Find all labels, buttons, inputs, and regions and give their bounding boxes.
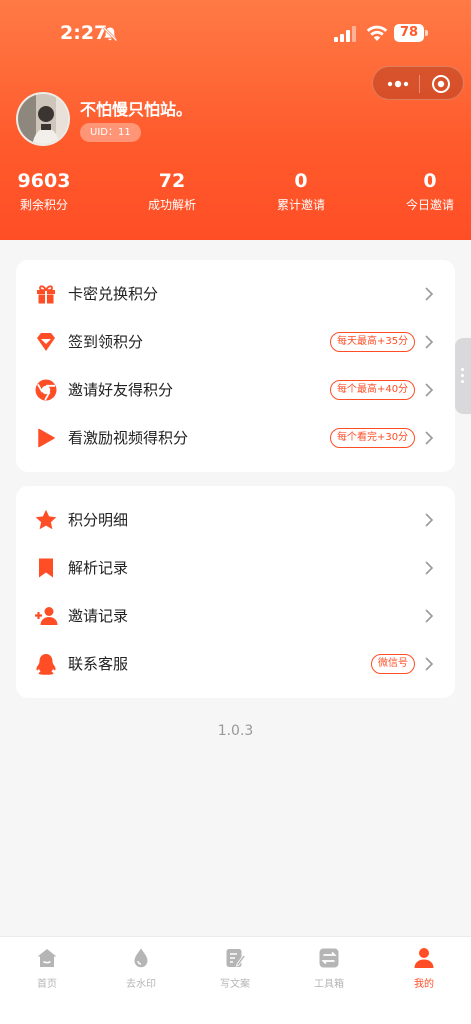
menu-label: 解析记录: [68, 559, 129, 577]
wechat-id-tag: 微信号: [371, 654, 415, 674]
miniprogram-capsule: [372, 66, 464, 100]
stat-label: 今日邀请: [405, 198, 454, 212]
bell-off-icon: [102, 26, 118, 42]
points-menu-card: 卡密兑换积分 签到领积分 每天最高+35分 邀请好友得积分 每个最高+40分 看…: [16, 260, 455, 472]
tab-label: 首页: [37, 979, 57, 990]
stat-value: 72: [158, 170, 186, 192]
menu-label: 看激励视频得积分: [68, 429, 189, 447]
user-icon: [414, 948, 434, 968]
more-dots-icon[interactable]: [387, 79, 409, 89]
close-target-icon[interactable]: [431, 74, 451, 94]
chevron-right-icon: [425, 431, 434, 445]
stat-remaining-points[interactable]: 9603 剩余积分: [16, 170, 72, 213]
menu-item-invite-friends[interactable]: 邀请好友得积分 每个最高+40分: [16, 366, 455, 414]
menu-label: 卡密兑换积分: [68, 285, 159, 303]
chevron-right-icon: [425, 657, 434, 671]
chevron-right-icon: [425, 287, 434, 301]
avatar[interactable]: [16, 92, 70, 146]
play-icon: [38, 428, 55, 448]
wifi-icon: [366, 25, 388, 41]
status-time: 2:27: [60, 22, 108, 44]
tab-home[interactable]: 首页: [15, 943, 79, 993]
app-version: 1.0.3: [217, 723, 254, 739]
menu-item-customer-service[interactable]: 联系客服 微信号: [16, 640, 455, 688]
stat-value: 0: [294, 170, 308, 192]
menu-item-checkin[interactable]: 签到领积分 每天最高+35分: [16, 318, 455, 366]
floating-side-handle[interactable]: [455, 338, 471, 414]
tab-mine[interactable]: 我的: [392, 943, 456, 993]
stat-value: 9603: [17, 170, 71, 192]
tab-label: 我的: [414, 979, 434, 990]
chevron-right-icon: [425, 335, 434, 349]
chevron-right-icon: [425, 609, 434, 623]
share-circle-icon: [35, 379, 57, 401]
avatar-photo: [18, 94, 68, 144]
stat-label: 累计邀请: [276, 198, 325, 212]
edit-doc-icon: [226, 949, 246, 967]
stat-today-invites[interactable]: 0 今日邀请: [400, 170, 460, 213]
stat-success-parses[interactable]: 72 成功解析: [144, 170, 200, 213]
bookmark-icon: [39, 558, 53, 578]
tab-toolbox[interactable]: 工具箱: [297, 943, 361, 993]
reward-tag: 每个看完+30分: [330, 428, 416, 448]
gem-icon: [37, 333, 55, 351]
menu-item-points-detail[interactable]: 积分明细: [16, 496, 455, 544]
menu-label: 联系客服: [68, 655, 129, 673]
stat-label: 成功解析: [147, 198, 196, 212]
capsule-divider: [419, 75, 420, 93]
menu-item-redeem-card[interactable]: 卡密兑换积分: [16, 270, 455, 318]
gift-icon: [37, 285, 55, 304]
chevron-right-icon: [425, 513, 434, 527]
tab-label: 工具箱: [314, 979, 344, 990]
handle-dot: [461, 380, 464, 383]
stat-label: 剩余积分: [19, 198, 68, 212]
stat-total-invites[interactable]: 0 累计邀请: [271, 170, 331, 213]
profile-header: 2:27 78 不怕慢只怕站。 UID：11 9603 剩余积分 72 成功解析…: [0, 0, 471, 240]
menu-label: 邀请好友得积分: [68, 381, 174, 399]
bottom-tab-bar: 首页 去水印 写文案 工具箱 我的: [0, 936, 471, 1024]
menu-item-parse-records[interactable]: 解析记录: [16, 544, 455, 592]
home-icon: [37, 949, 57, 967]
chevron-right-icon: [425, 561, 434, 575]
tab-remove-watermark[interactable]: 去水印: [109, 943, 173, 993]
reward-tag: 每天最高+35分: [330, 332, 416, 352]
penguin-icon: [36, 654, 56, 675]
tab-write-copy[interactable]: 写文案: [203, 943, 267, 993]
menu-label: 积分明细: [68, 511, 129, 529]
stat-value: 0: [423, 170, 437, 192]
battery-tip: [425, 30, 428, 36]
star-icon: [35, 509, 57, 530]
drop-icon: [134, 948, 148, 968]
signal-icon: [334, 26, 356, 42]
menu-item-invite-records[interactable]: 邀请记录: [16, 592, 455, 640]
toolbox-icon: [319, 948, 339, 968]
tab-label: 写文案: [220, 979, 250, 990]
menu-label: 邀请记录: [68, 607, 129, 625]
add-user-icon: [35, 607, 58, 625]
menu-item-watch-video[interactable]: 看激励视频得积分 每个看完+30分: [16, 414, 455, 462]
nickname: 不怕慢只怕站。: [80, 100, 193, 119]
battery-level: 78: [394, 24, 424, 42]
menu-label: 签到领积分: [68, 333, 144, 351]
status-bar: 2:27 78: [0, 0, 471, 70]
tab-label: 去水印: [126, 979, 156, 990]
handle-dot: [461, 374, 464, 377]
handle-dot: [461, 368, 464, 371]
uid-badge: UID：11: [80, 123, 141, 142]
battery-indicator: 78: [394, 24, 428, 42]
chevron-right-icon: [425, 383, 434, 397]
records-menu-card: 积分明细 解析记录 邀请记录 联系客服 微信号: [16, 486, 455, 698]
reward-tag: 每个最高+40分: [330, 380, 416, 400]
